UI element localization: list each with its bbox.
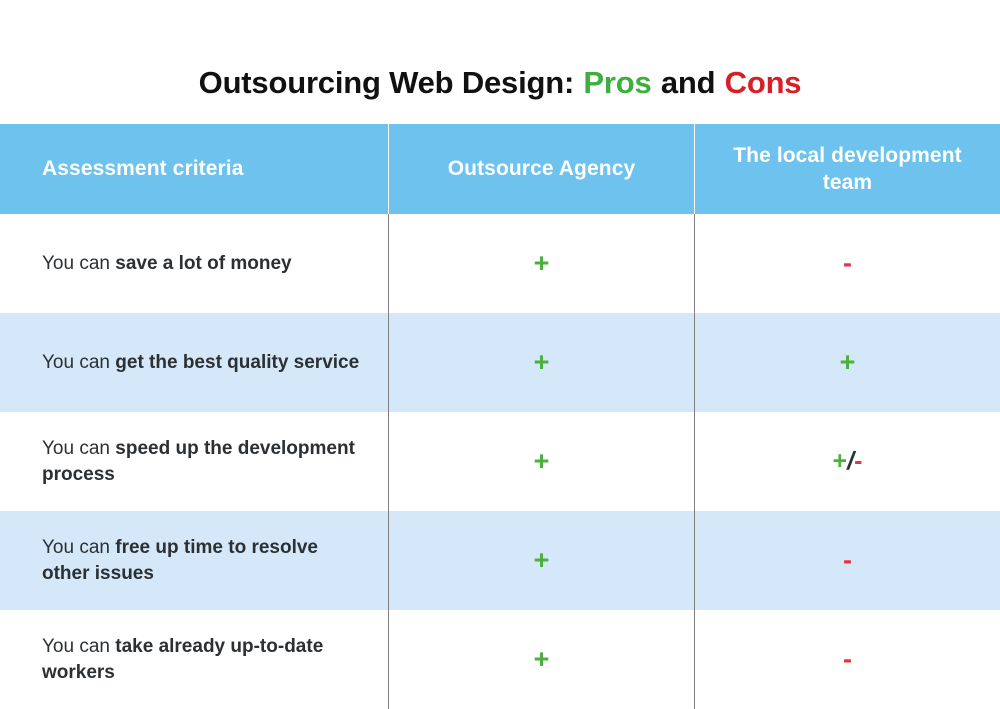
outsource-mark-cell: + bbox=[388, 313, 694, 412]
plus-icon: + bbox=[839, 347, 856, 377]
minus-icon: - bbox=[843, 545, 852, 575]
criteria-emphasis: get the best quality service bbox=[115, 351, 360, 373]
plus-icon: + bbox=[533, 545, 550, 575]
plus-icon: + bbox=[533, 248, 550, 278]
plus-minus-icon: +/- bbox=[833, 449, 863, 474]
criteria-emphasis: save a lot of money bbox=[115, 252, 292, 274]
outsource-mark-cell: + bbox=[388, 412, 694, 511]
local-mark-cell: + bbox=[694, 313, 1000, 412]
criteria-text: You can take already up-to-date workers bbox=[42, 634, 368, 685]
page-title-pros: Pros bbox=[583, 64, 652, 100]
criteria-text: You can save a lot of money bbox=[42, 251, 368, 276]
table-row: You can save a lot of money + - bbox=[0, 214, 1000, 313]
minus-glyph: - bbox=[854, 447, 863, 475]
page-title-cons: Cons bbox=[724, 64, 802, 100]
plus-icon: + bbox=[533, 446, 550, 476]
minus-icon: - bbox=[843, 248, 852, 278]
header-cell-outsource: Outsource Agency bbox=[388, 124, 694, 214]
criteria-cell: You can take already up-to-date workers bbox=[0, 610, 388, 709]
criteria-text: You can get the best quality service bbox=[42, 350, 368, 375]
criteria-cell: You can free up time to resolve other is… bbox=[0, 511, 388, 610]
minus-icon: - bbox=[843, 644, 852, 674]
criteria-lead: You can bbox=[42, 438, 116, 460]
criteria-text: You can free up time to resolve other is… bbox=[42, 535, 368, 586]
outsource-mark-cell: + bbox=[388, 610, 694, 709]
plus-icon: + bbox=[533, 644, 550, 674]
criteria-lead: You can bbox=[42, 636, 116, 658]
outsource-mark-cell: + bbox=[388, 511, 694, 610]
header-cell-local: The local development team bbox=[694, 124, 1000, 214]
criteria-cell: You can save a lot of money bbox=[0, 214, 388, 313]
criteria-lead: You can bbox=[42, 252, 116, 274]
criteria-text: You can speed up the development process bbox=[42, 436, 368, 487]
plus-icon: + bbox=[533, 347, 550, 377]
plus-glyph: + bbox=[832, 447, 848, 475]
criteria-lead: You can bbox=[42, 537, 116, 559]
local-mark-cell: +/- bbox=[694, 412, 1000, 511]
table-row: You can take already up-to-date workers … bbox=[0, 610, 1000, 709]
page-title-main: Outsourcing Web Design: bbox=[198, 64, 575, 100]
criteria-cell: You can speed up the development process bbox=[0, 412, 388, 511]
page-title-and: and bbox=[660, 64, 716, 100]
local-mark-cell: - bbox=[694, 214, 1000, 313]
table-row: You can free up time to resolve other is… bbox=[0, 511, 1000, 610]
table-header-row: Assessment criteria Outsource Agency The… bbox=[0, 124, 1000, 214]
table-row: You can get the best quality service + + bbox=[0, 313, 1000, 412]
comparison-table: Assessment criteria Outsource Agency The… bbox=[0, 124, 1000, 709]
page-root: Outsourcing Web Design: Pros and Cons Asses… bbox=[0, 0, 1000, 709]
header-cell-outsource-label: Outsource Agency bbox=[447, 157, 636, 181]
criteria-cell: You can get the best quality service bbox=[0, 313, 388, 412]
header-cell-criteria: Assessment criteria bbox=[42, 157, 244, 180]
table-row: You can speed up the development process… bbox=[0, 412, 1000, 511]
criteria-lead: You can bbox=[42, 351, 116, 373]
outsource-mark-cell: + bbox=[388, 214, 694, 313]
local-mark-cell: - bbox=[694, 511, 1000, 610]
header-cell-local-label: The local development team bbox=[733, 143, 962, 194]
local-mark-cell: - bbox=[694, 610, 1000, 709]
